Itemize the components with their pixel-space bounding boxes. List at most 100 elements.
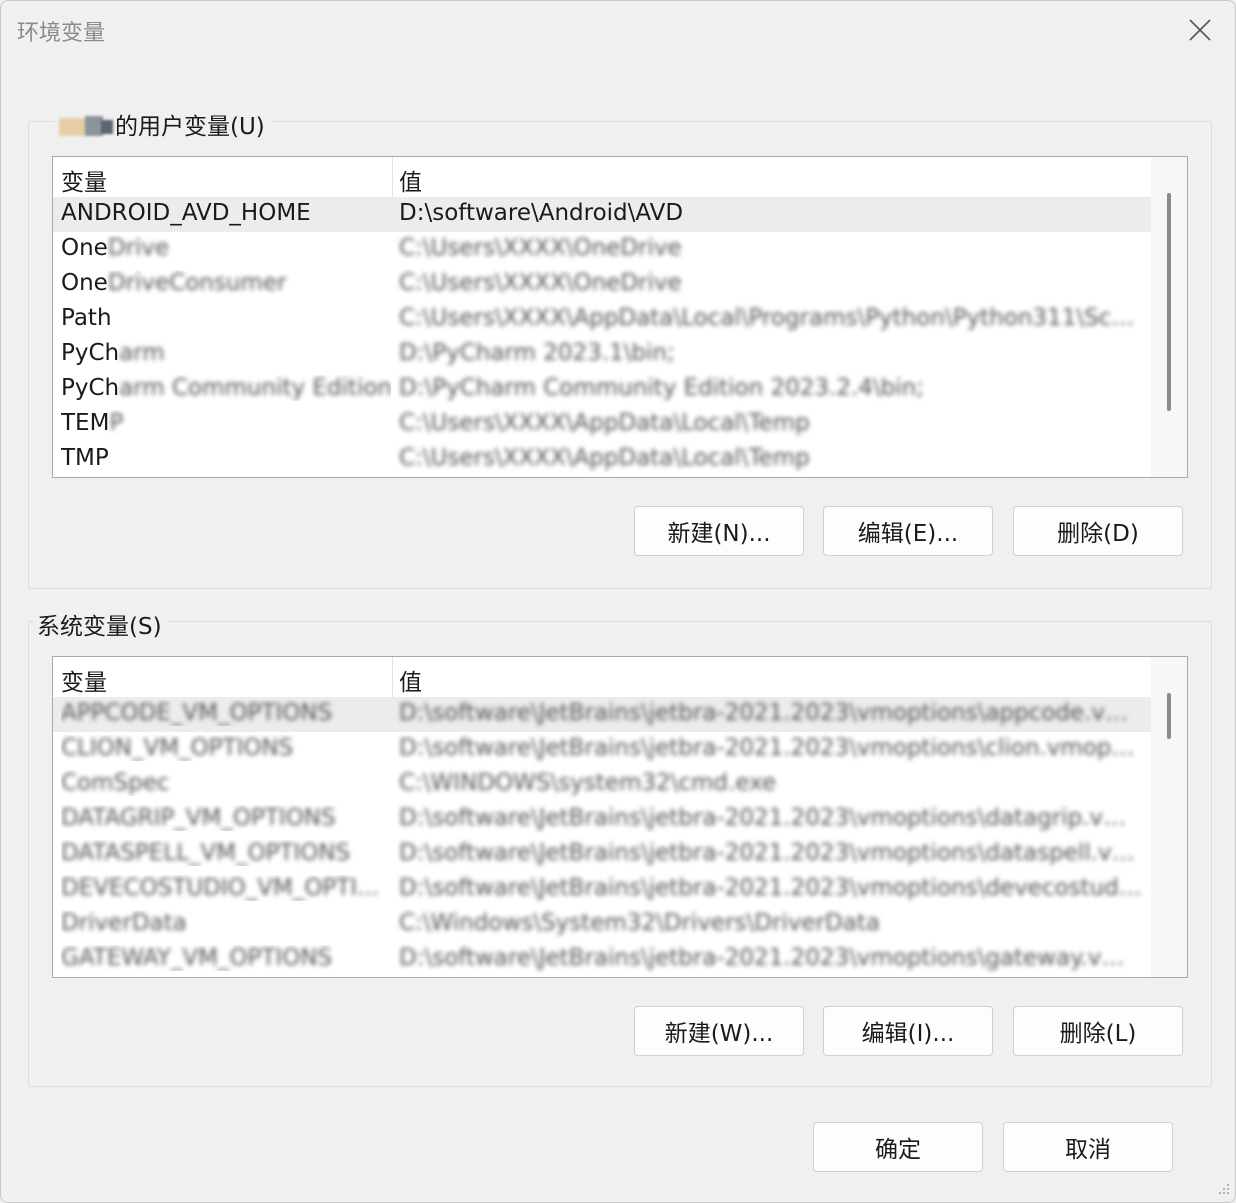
variable-name: TMP <box>61 445 109 471</box>
column-header-name[interactable]: 变量 <box>61 663 107 697</box>
variable-name-redacted: DriveConsumer <box>107 270 287 296</box>
variable-name-cell: CLION_VM_OPTIONS <box>61 735 391 761</box>
cancel-button[interactable]: 取消 <box>1003 1122 1173 1172</box>
variable-name-redacted: DriverData <box>61 910 187 936</box>
variable-value-cell: D:\software\JetBrains\jetbra-2021.2023\v… <box>399 735 1143 761</box>
system-new-button[interactable]: 新建(W)... <box>634 1006 804 1056</box>
user-edit-button[interactable]: 编辑(E)... <box>823 506 993 556</box>
variable-name-redacted: DATAGRIP_VM_OPTIONS <box>61 805 336 831</box>
variable-name-cell: DATASPELL_VM_OPTIONS <box>61 840 391 866</box>
user-list-rows: ANDROID_AVD_HOME D:\software\Android\AVD O… <box>53 197 1151 477</box>
variable-value-cell: D:\software\Android\AVD <box>399 200 684 226</box>
variable-name-cell: OneDrive <box>61 235 391 261</box>
variable-value-cell: D:\software\JetBrains\jetbra-2021.2023\v… <box>399 805 1143 831</box>
variable-value-cell: D:\software\JetBrains\jetbra-2021.2023\v… <box>399 945 1143 971</box>
user-variables-label-text: 的用户变量(U) <box>115 114 265 140</box>
variable-value-cell: D:\software\JetBrains\jetbra-2021.2023\v… <box>399 840 1143 866</box>
table-row[interactable]: DEVECOSTUDIO_VM_OPTI... D:\software\JetBr… <box>53 872 1151 907</box>
variable-name-cell: TEMP <box>61 410 391 436</box>
title-bar: 环境变量 <box>1 1 1235 59</box>
table-row[interactable]: TMP C:\Users\XXXX\AppData\Local\Temp <box>53 442 1151 477</box>
variable-name-redacted: GATEWAY_VM_OPTIONS <box>61 945 333 971</box>
system-list-rows: APPCODE_VM_OPTIONS D:\software\JetBrains\… <box>53 697 1151 977</box>
column-header-value[interactable]: 值 <box>399 663 422 697</box>
column-header-name[interactable]: 变量 <box>61 163 107 197</box>
column-separator[interactable] <box>392 157 393 197</box>
variable-name-cell: DriverData <box>61 910 391 936</box>
system-list-scroll-thumb[interactable] <box>1167 693 1171 739</box>
user-variables-list[interactable]: 变量 值 ANDROID_AVD_HOME D:\software\Android… <box>52 156 1188 478</box>
ok-button[interactable]: 确定 <box>813 1122 983 1172</box>
user-new-button[interactable]: 新建(N)... <box>634 506 804 556</box>
table-row[interactable]: GATEWAY_VM_OPTIONS D:\software\JetBrains\… <box>53 942 1151 977</box>
table-row[interactable]: ComSpec C:\WINDOWS\system32\cmd.exe <box>53 767 1151 802</box>
resize-grip-icon[interactable] <box>1215 1182 1231 1198</box>
table-row[interactable]: PyCharm Community Edition D:\PyCharm Comm… <box>53 372 1151 407</box>
variable-name-redacted: APPCODE_VM_OPTIONS <box>61 700 333 726</box>
variable-name-redacted: ComSpec <box>61 770 170 796</box>
system-list-scrollbar[interactable] <box>1151 657 1187 977</box>
table-row[interactable]: PyCharm D:\PyCharm 2023.1\bin; <box>53 337 1151 372</box>
variable-name-redacted: arm Community Edition <box>119 375 391 401</box>
system-delete-button[interactable]: 删除(L) <box>1013 1006 1183 1056</box>
column-header-value[interactable]: 值 <box>399 163 422 197</box>
variable-name-redacted: DATASPELL_VM_OPTIONS <box>61 840 351 866</box>
variable-name: PyCh <box>61 340 120 366</box>
user-avatar-icon <box>59 114 115 138</box>
column-separator[interactable] <box>392 657 393 697</box>
variable-value-cell: D:\software\JetBrains\jetbra-2021.2023\v… <box>399 700 1143 726</box>
table-row[interactable]: OneDriveConsumer C:\Users\XXXX\OneDrive <box>53 267 1151 302</box>
variable-value-cell: D:\PyCharm Community Edition 2023.2.4\bi… <box>399 375 924 401</box>
variable-name: ANDROID_AVD_HOME <box>61 200 311 226</box>
variable-name-cell: GATEWAY_VM_OPTIONS <box>61 945 391 971</box>
system-edit-button[interactable]: 编辑(I)... <box>823 1006 993 1056</box>
variable-name-cell: PyCharm <box>61 340 391 366</box>
variable-value-cell: C:\Users\XXXX\OneDrive <box>399 235 682 261</box>
user-list-scroll-thumb[interactable] <box>1167 193 1171 411</box>
close-button[interactable] <box>1183 13 1217 47</box>
table-row[interactable]: DriverData C:\Windows\System32\Drivers\Dr… <box>53 907 1151 942</box>
table-row[interactable]: Path C:\Users\XXXX\AppData\Local\Programs… <box>53 302 1151 337</box>
variable-name: One <box>61 235 108 261</box>
window-title: 环境变量 <box>17 21 106 46</box>
variable-value-cell: C:\Users\XXXX\AppData\Local\Programs\Pyt… <box>399 305 1143 331</box>
system-variables-list[interactable]: 变量 值 APPCODE_VM_OPTIONS D:\software\JetBr… <box>52 656 1188 978</box>
variable-name-cell: ComSpec <box>61 770 391 796</box>
table-row[interactable]: CLION_VM_OPTIONS D:\software\JetBrains\je… <box>53 732 1151 767</box>
table-row[interactable]: TEMP C:\Users\XXXX\AppData\Local\Temp <box>53 407 1151 442</box>
variable-name-cell: PyCharm Community Edition <box>61 375 391 401</box>
variable-value-cell: C:\Users\XXXX\AppData\Local\Temp <box>399 410 810 436</box>
variable-name-cell: DATAGRIP_VM_OPTIONS <box>61 805 391 831</box>
user-variables-label: 的用户变量(U) <box>55 107 271 141</box>
variable-value-cell: D:\PyCharm 2023.1\bin; <box>399 340 675 366</box>
environment-variables-dialog: 环境变量 的用户变量(U) 变量 值 ANDROID_AVD_HOME D:\so… <box>0 0 1236 1203</box>
table-row[interactable]: DATASPELL_VM_OPTIONS D:\software\JetBrain… <box>53 837 1151 872</box>
table-row[interactable]: DATAGRIP_VM_OPTIONS D:\software\JetBrains… <box>53 802 1151 837</box>
variable-name-redacted: arm <box>119 340 165 366</box>
variable-value-cell: C:\Users\XXXX\OneDrive <box>399 270 682 296</box>
variable-value-cell: C:\WINDOWS\system32\cmd.exe <box>399 770 777 796</box>
variable-name-redacted: DEVECOSTUDIO_VM_OPTI... <box>61 875 380 901</box>
user-list-header: 变量 值 <box>53 157 1151 197</box>
variable-name-cell: TMP <box>61 445 391 471</box>
variable-name: TEM <box>61 410 110 436</box>
table-row[interactable]: APPCODE_VM_OPTIONS D:\software\JetBrains\… <box>53 697 1151 732</box>
variable-name-cell: OneDriveConsumer <box>61 270 391 296</box>
variable-value-cell: D:\software\JetBrains\jetbra-2021.2023\v… <box>399 875 1143 901</box>
table-row[interactable]: OneDrive C:\Users\XXXX\OneDrive <box>53 232 1151 267</box>
variable-name-cell: ANDROID_AVD_HOME <box>61 200 391 226</box>
variable-name-cell: DEVECOSTUDIO_VM_OPTI... <box>61 875 391 901</box>
variable-name-cell: APPCODE_VM_OPTIONS <box>61 700 391 726</box>
variable-name: Path <box>61 305 112 331</box>
variable-name: One <box>61 270 108 296</box>
system-list-header: 变量 值 <box>53 657 1151 697</box>
variable-value-cell: C:\Users\XXXX\AppData\Local\Temp <box>399 445 810 471</box>
variable-name-redacted: CLION_VM_OPTIONS <box>61 735 294 761</box>
user-list-scrollbar[interactable] <box>1151 157 1187 477</box>
variable-name-redacted: P <box>109 410 124 436</box>
user-delete-button[interactable]: 删除(D) <box>1013 506 1183 556</box>
close-icon <box>1189 19 1211 41</box>
system-variables-label: 系统变量(S) <box>33 607 168 641</box>
variable-name-cell: Path <box>61 305 391 331</box>
table-row[interactable]: ANDROID_AVD_HOME D:\software\Android\AVD <box>53 197 1151 232</box>
